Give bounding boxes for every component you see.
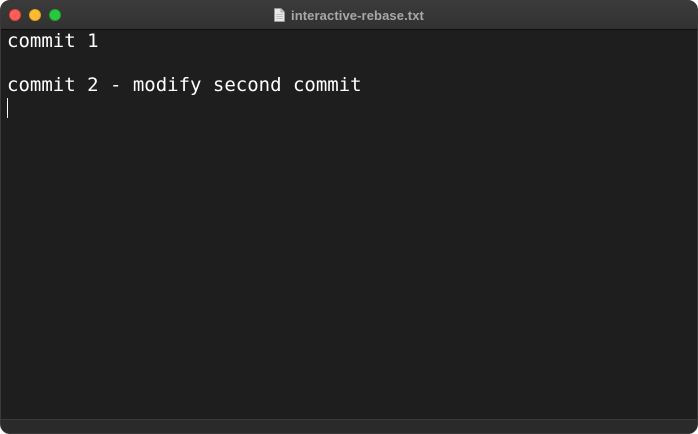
document-icon[interactable] [274, 8, 285, 22]
window-title[interactable]: interactive-rebase.txt [291, 8, 424, 23]
text-cursor [7, 98, 8, 118]
text-line[interactable]: commit 1 [7, 30, 691, 52]
bottom-bar [1, 419, 697, 433]
cursor-line[interactable] [7, 96, 691, 118]
window-title-group: interactive-rebase.txt [1, 1, 697, 29]
textedit-window: interactive-rebase.txt commit 1 commit 2… [0, 0, 698, 434]
title-bar[interactable]: interactive-rebase.txt [1, 1, 697, 30]
text-editor-area[interactable]: commit 1 commit 2 - modify second commit [1, 30, 697, 420]
text-line[interactable] [7, 52, 691, 74]
text-line[interactable]: commit 2 - modify second commit [7, 74, 691, 96]
